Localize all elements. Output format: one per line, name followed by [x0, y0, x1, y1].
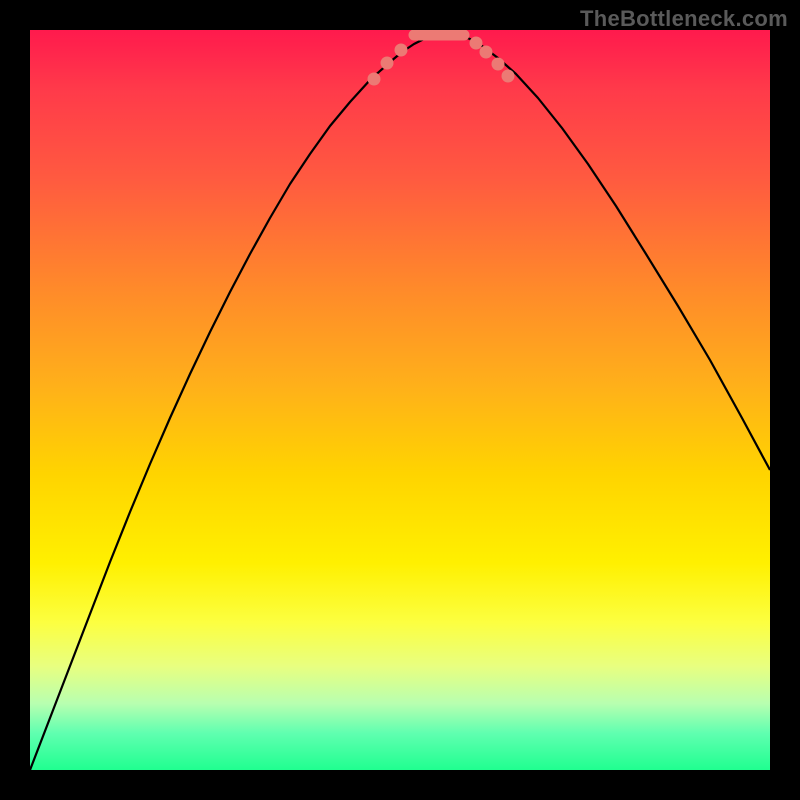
watermark: TheBottleneck.com — [580, 6, 788, 32]
gradient-plot-area — [30, 30, 770, 770]
frame: TheBottleneck.com — [0, 0, 800, 800]
